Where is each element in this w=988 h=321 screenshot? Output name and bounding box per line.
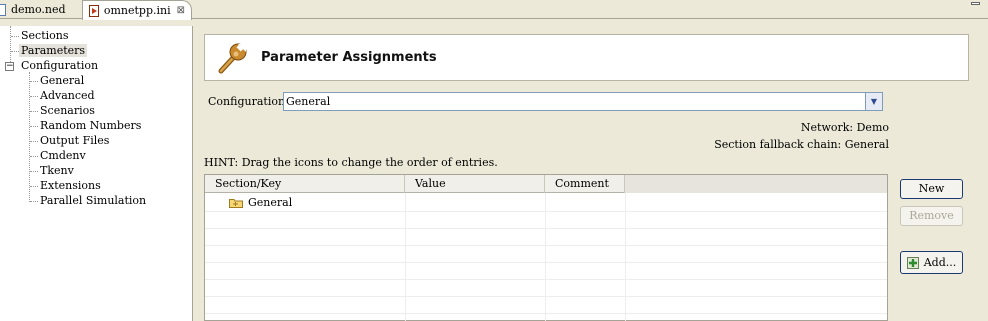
ned-file-icon [0,3,6,16]
tree-item-configuration[interactable]: Configuration [21,58,98,73]
add-icon [906,256,919,269]
tab-omnetpp-ini[interactable]: omnetpp.ini ⊠ [82,0,192,20]
column-header-comment[interactable]: Comment [545,175,625,193]
tree-connector [10,26,11,66]
tree-item-tkenv[interactable]: Tkenv [40,163,74,178]
tree-connector [29,72,30,202]
tree-item-advanced[interactable]: Advanced [40,88,95,103]
grid-line [205,279,887,280]
remove-button[interactable]: Remove [900,206,963,226]
tree-connector [30,96,38,97]
tree-connector [30,81,38,82]
table-row[interactable]: General [229,195,292,210]
tree-item-parameters[interactable]: Parameters [19,43,88,58]
folder-icon [229,198,243,208]
tree-connector [30,171,38,172]
hint-text: HINT: Drag the icons to change the order… [204,156,498,169]
configuration-select[interactable]: General ▼ [283,92,883,111]
grid-line [205,245,887,246]
tab-label: omnetpp.ini [103,4,171,17]
page-title: Parameter Assignments [261,50,437,65]
wrench-icon [218,43,247,73]
tree-connector [30,126,38,127]
close-icon[interactable]: ⊠ [177,5,185,16]
grid-line [405,193,406,321]
add-button-label: Add... [923,255,957,269]
tree-item-extensions[interactable]: Extensions [40,178,101,193]
tree-item-general[interactable]: General [40,73,84,88]
configuration-value: General [286,95,331,108]
page-header: Parameter Assignments [204,34,969,81]
grid-line [205,228,887,229]
column-header-section-key[interactable]: Section/Key [205,175,405,193]
column-header-value[interactable]: Value [405,175,545,193]
tree-connector [30,186,38,187]
tree-connector [11,51,19,52]
parameter-table[interactable]: Section/Key Value Comment General [204,174,888,321]
tree-connector [30,201,38,202]
grid-line [205,262,887,263]
tree-item-output-files[interactable]: Output Files [40,133,109,148]
tab-label: demo.ned [11,3,66,16]
grid-line [625,193,626,321]
editor-tab-bar: demo.ned omnetpp.ini ⊠ [0,0,988,20]
collapse-icon[interactable]: − [5,62,14,71]
table-header: Section/Key Value Comment [205,175,887,193]
tab-demo-ned[interactable]: demo.ned [0,0,80,19]
ini-file-icon [89,4,99,17]
parameters-page: Parameter Assignments Configuration: Gen… [197,26,988,321]
tree-item-sections[interactable]: Sections [21,28,69,43]
add-button[interactable]: Add... [900,251,963,274]
grid-line [205,296,887,297]
section-tree: Sections Parameters − Configuration Gene… [0,26,193,321]
row-label: General [248,196,293,209]
grid-line [205,313,887,314]
fallback-chain-label: Section fallback chain: General [714,138,889,151]
tree-item-parallel-simulation[interactable]: Parallel Simulation [40,193,146,208]
tree-connector [30,141,38,142]
grid-line [545,193,546,321]
chevron-down-icon[interactable]: ▼ [865,93,882,110]
minimize-icon[interactable] [971,2,980,5]
tree-connector [30,111,38,112]
tree-item-scenarios[interactable]: Scenarios [40,103,95,118]
tree-item-cmdenv[interactable]: Cmdenv [40,148,86,163]
tree-connector [11,36,19,37]
tree-item-random-numbers[interactable]: Random Numbers [40,118,141,133]
new-button[interactable]: New [900,179,963,199]
configuration-label: Configuration: [208,95,289,108]
grid-line [205,211,887,212]
tree-connector [30,156,38,157]
network-label: Network: Demo [800,121,889,134]
column-header-filler [625,175,887,193]
